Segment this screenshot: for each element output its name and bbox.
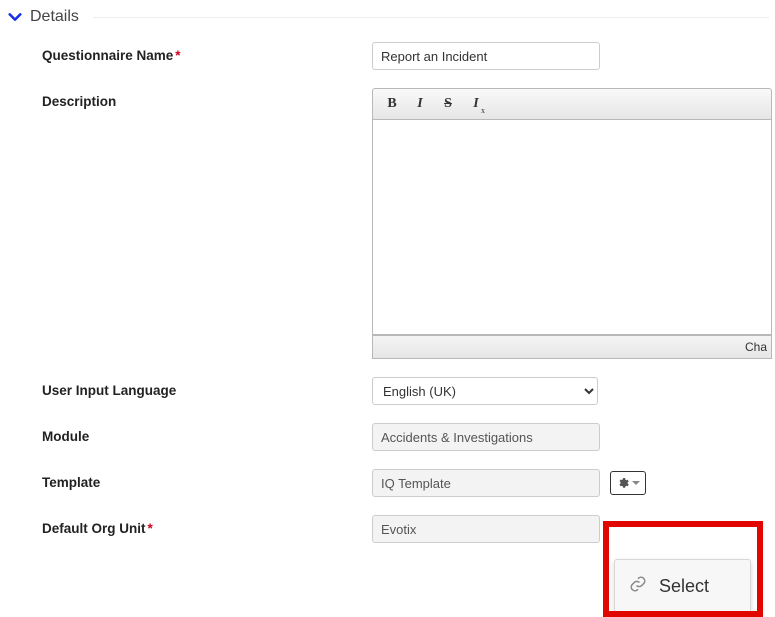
row-questionnaire-name: Questionnaire Name*: [42, 42, 775, 70]
row-module: Module: [42, 423, 775, 451]
label-description: Description: [42, 88, 372, 109]
rte-italic-button[interactable]: I: [407, 92, 433, 116]
required-marker: *: [175, 48, 180, 63]
row-default-org-unit: Default Org Unit*: [42, 515, 775, 543]
rte-bold-button[interactable]: B: [379, 92, 405, 116]
label-default-org-unit: Default Org Unit*: [42, 515, 372, 536]
dropdown-item-select[interactable]: Select: [615, 564, 750, 608]
label-questionnaire-name: Questionnaire Name*: [42, 42, 372, 63]
section-title: Details: [30, 8, 79, 26]
rte-strike-button[interactable]: S: [435, 92, 461, 116]
default-org-unit-input: [372, 515, 600, 543]
row-template: Template: [42, 469, 775, 497]
rte-toolbar: B I S I: [372, 88, 772, 120]
user-input-language-select[interactable]: English (UK): [372, 377, 598, 405]
chevron-down-icon: [6, 10, 24, 24]
row-user-input-language: User Input Language English (UK): [42, 377, 775, 405]
template-dropdown-menu: Select: [614, 559, 751, 613]
label-text: Questionnaire Name: [42, 48, 173, 63]
template-input: [372, 469, 600, 497]
label-text: Default Org Unit: [42, 521, 146, 536]
dropdown-item-label: Select: [659, 576, 709, 597]
rte-footer: Cha: [372, 335, 772, 359]
label-user-input-language: User Input Language: [42, 377, 372, 398]
gear-icon: [617, 477, 629, 489]
form-area: Questionnaire Name* Description B I S I …: [0, 32, 775, 543]
label-template: Template: [42, 469, 372, 490]
link-icon: [629, 575, 647, 598]
caret-down-icon: [632, 481, 640, 485]
questionnaire-name-input[interactable]: [372, 42, 600, 70]
required-marker: *: [148, 521, 153, 536]
label-module: Module: [42, 423, 372, 444]
template-gear-button[interactable]: [610, 471, 646, 495]
rte-clear-format-button[interactable]: I: [463, 92, 489, 116]
section-divider: [93, 17, 769, 18]
description-editor: B I S I Cha: [372, 88, 772, 359]
rte-footer-text: Cha: [745, 340, 767, 354]
rte-body[interactable]: [372, 120, 772, 335]
row-description: Description B I S I Cha: [42, 88, 775, 359]
details-section-header[interactable]: Details: [0, 0, 775, 32]
module-input: [372, 423, 600, 451]
